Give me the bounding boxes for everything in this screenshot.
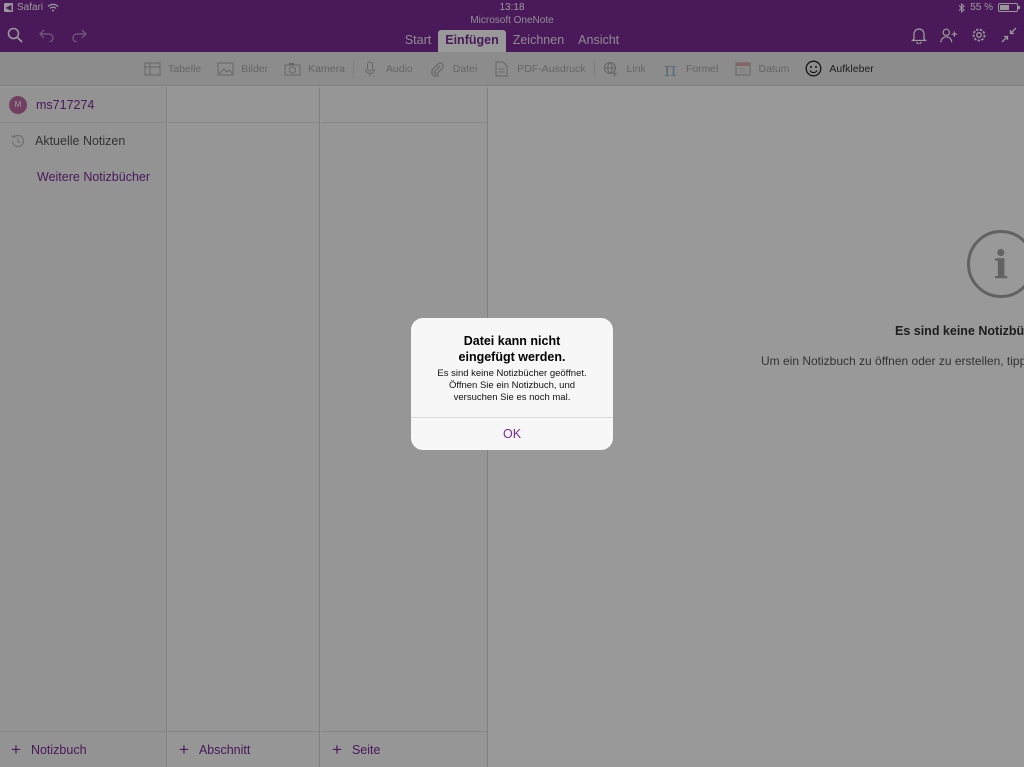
alert-message-line: Es sind keine Notizbücher geöffnet. — [437, 368, 587, 379]
ok-button[interactable]: OK — [411, 417, 613, 450]
alert-title-line: Datei kann nicht — [463, 334, 561, 348]
alert-message: Es sind keine Notizbücher geöffnet. Öffn… — [411, 368, 613, 404]
alert-dialog: Datei kann nicht eingefügt werden. Es si… — [411, 318, 613, 450]
alert-title: Datei kann nicht eingefügt werden. — [411, 333, 613, 365]
alert-title-line: eingefügt werden. — [458, 350, 566, 364]
alert-message-line: Öffnen Sie ein Notizbuch, und — [448, 380, 576, 391]
alert-message-line: versuchen Sie es noch mal. — [453, 392, 571, 403]
